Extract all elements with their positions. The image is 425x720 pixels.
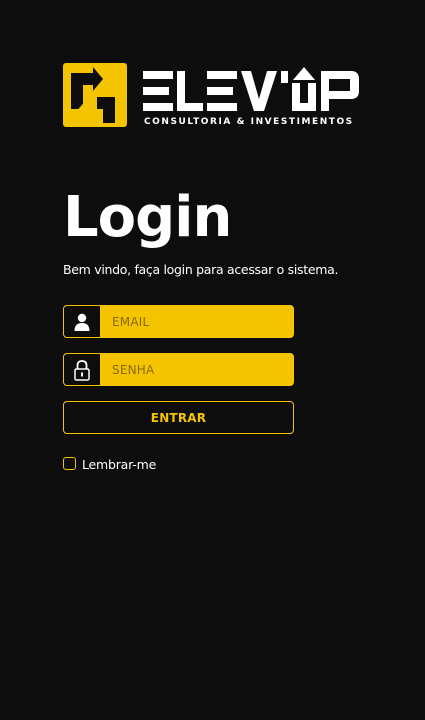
login-page: CONSULTORIA & INVESTIMENTOS Login Bem vi… [0,0,425,720]
remember-label: Lembrar-me [82,457,157,472]
user-icon [74,313,90,331]
email-input[interactable] [100,306,293,337]
email-icon-box [64,306,100,337]
remember-me[interactable]: Lembrar-me [63,454,156,472]
password-icon-box [64,354,100,385]
password-field [63,353,294,386]
logo-mark-icon [63,63,127,127]
password-input[interactable] [100,354,293,385]
email-field [63,305,294,338]
logo-subtitle: CONSULTORIA & INVESTIMENTOS [144,117,354,127]
brand-logo: CONSULTORIA & INVESTIMENTOS [63,63,363,127]
logo-wordmark [143,67,359,111]
page-subtitle: Bem vindo, faça login para acessar o sis… [63,262,339,277]
remember-checkbox[interactable] [63,456,76,470]
page-title: Login [63,185,232,250]
lock-icon [74,359,90,381]
submit-button[interactable]: ENTRAR [63,401,294,434]
